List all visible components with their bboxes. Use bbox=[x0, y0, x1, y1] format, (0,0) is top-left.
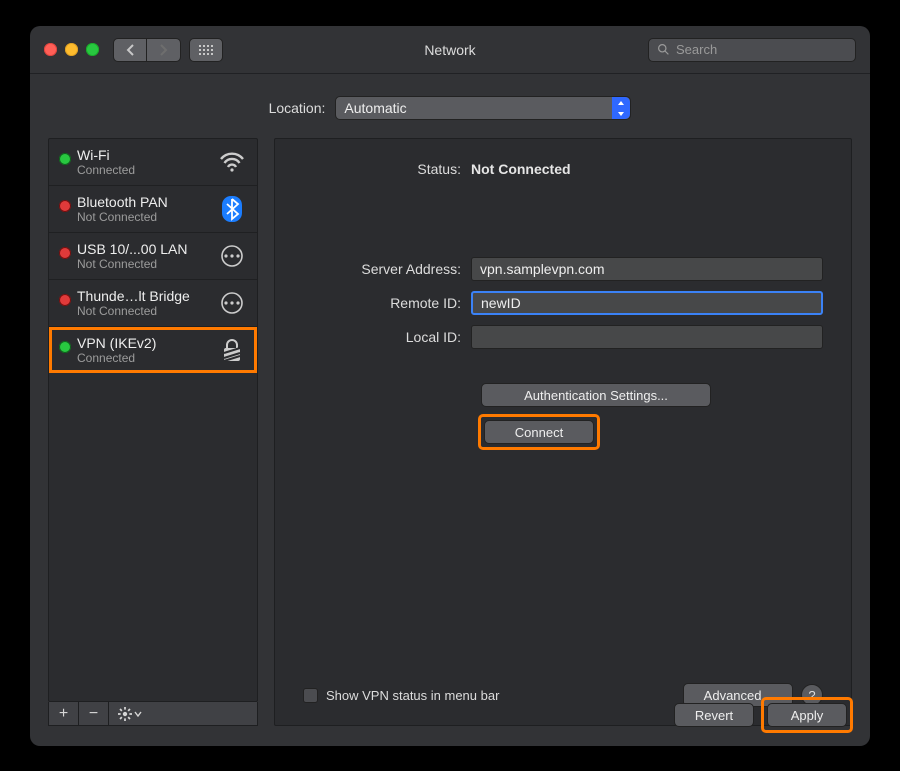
sidebar: Wi-Fi Connected Bluetooth PAN Not Connec… bbox=[48, 138, 258, 726]
status-dot-icon bbox=[59, 247, 71, 259]
ethernet-icon bbox=[217, 245, 247, 267]
popup-arrows-icon bbox=[612, 97, 630, 119]
service-item-usb-lan[interactable]: USB 10/...00 LAN Not Connected bbox=[49, 233, 257, 280]
search-field[interactable]: Search bbox=[648, 38, 856, 62]
revert-button[interactable]: Revert bbox=[674, 703, 754, 727]
service-list[interactable]: Wi-Fi Connected Bluetooth PAN Not Connec… bbox=[48, 138, 258, 702]
status-dot-icon bbox=[59, 341, 71, 353]
server-address-row: Server Address: bbox=[303, 257, 823, 281]
service-actions-button[interactable] bbox=[109, 702, 151, 725]
status-value: Not Connected bbox=[471, 161, 571, 177]
forward-button[interactable] bbox=[147, 38, 181, 62]
add-service-button[interactable]: + bbox=[49, 702, 79, 725]
service-item-bluetooth[interactable]: Bluetooth PAN Not Connected bbox=[49, 186, 257, 233]
location-label: Location: bbox=[269, 100, 326, 116]
service-name: Bluetooth PAN bbox=[77, 194, 217, 210]
auth-settings-button[interactable]: Authentication Settings... bbox=[481, 383, 711, 407]
service-name: Thunde…lt Bridge bbox=[77, 288, 217, 304]
location-popup[interactable]: Automatic bbox=[335, 96, 631, 120]
service-name: VPN (IKEv2) bbox=[77, 335, 217, 351]
service-status: Not Connected bbox=[77, 210, 217, 224]
ethernet-icon bbox=[217, 292, 247, 314]
service-status: Not Connected bbox=[77, 304, 217, 318]
service-status: Not Connected bbox=[77, 257, 217, 271]
status-dot-icon bbox=[59, 200, 71, 212]
footer-buttons: Revert Apply bbox=[674, 700, 850, 730]
connect-button[interactable]: Connect bbox=[484, 420, 594, 444]
location-row: Location: Automatic bbox=[30, 74, 870, 138]
status-dot-icon bbox=[59, 153, 71, 165]
service-status: Connected bbox=[77, 351, 217, 365]
status-row: Status: Not Connected bbox=[303, 161, 823, 177]
remote-id-input[interactable] bbox=[471, 291, 823, 315]
lock-icon bbox=[217, 337, 247, 363]
center-buttons: Authentication Settings... Connect bbox=[481, 383, 823, 447]
local-id-input[interactable] bbox=[471, 325, 823, 349]
service-item-wifi[interactable]: Wi-Fi Connected bbox=[49, 139, 257, 186]
remote-id-row: Remote ID: bbox=[303, 291, 823, 315]
wifi-icon bbox=[217, 152, 247, 172]
service-name: USB 10/...00 LAN bbox=[77, 241, 217, 257]
body: Wi-Fi Connected Bluetooth PAN Not Connec… bbox=[30, 138, 870, 744]
network-preferences-window: Network Search Location: Automatic Wi-Fi bbox=[30, 26, 870, 746]
traffic-lights bbox=[44, 43, 99, 56]
apply-button[interactable]: Apply bbox=[767, 703, 847, 727]
search-placeholder: Search bbox=[676, 42, 717, 57]
show-all-button[interactable] bbox=[189, 38, 223, 62]
connect-highlight: Connect bbox=[481, 417, 597, 447]
service-status: Connected bbox=[77, 163, 217, 177]
close-window-button[interactable] bbox=[44, 43, 57, 56]
sidebar-tools: + − bbox=[48, 702, 258, 726]
back-button[interactable] bbox=[113, 38, 147, 62]
detail-pane: Status: Not Connected Server Address: Re… bbox=[274, 138, 852, 726]
service-item-thunderbolt[interactable]: Thunde…lt Bridge Not Connected bbox=[49, 280, 257, 327]
local-id-row: Local ID: bbox=[303, 325, 823, 349]
nav-buttons bbox=[113, 38, 181, 62]
grid-icon bbox=[199, 45, 213, 55]
remove-service-button[interactable]: − bbox=[79, 702, 109, 725]
service-name: Wi-Fi bbox=[77, 147, 217, 163]
minimize-window-button[interactable] bbox=[65, 43, 78, 56]
chevron-down-icon bbox=[134, 711, 142, 717]
apply-highlight: Apply bbox=[764, 700, 850, 730]
status-label: Status: bbox=[303, 161, 471, 177]
gear-icon bbox=[118, 707, 132, 721]
remote-id-label: Remote ID: bbox=[303, 295, 471, 311]
bluetooth-icon bbox=[217, 195, 247, 223]
server-address-input[interactable] bbox=[471, 257, 823, 281]
search-icon bbox=[657, 43, 670, 56]
show-vpn-status-checkbox[interactable] bbox=[303, 688, 318, 703]
service-item-vpn[interactable]: VPN (IKEv2) Connected bbox=[49, 327, 257, 373]
server-address-label: Server Address: bbox=[303, 261, 471, 277]
location-value: Automatic bbox=[344, 100, 406, 116]
local-id-label: Local ID: bbox=[303, 329, 471, 345]
zoom-window-button[interactable] bbox=[86, 43, 99, 56]
status-dot-icon bbox=[59, 294, 71, 306]
titlebar: Network Search bbox=[30, 26, 870, 74]
show-vpn-status-label: Show VPN status in menu bar bbox=[326, 688, 499, 703]
